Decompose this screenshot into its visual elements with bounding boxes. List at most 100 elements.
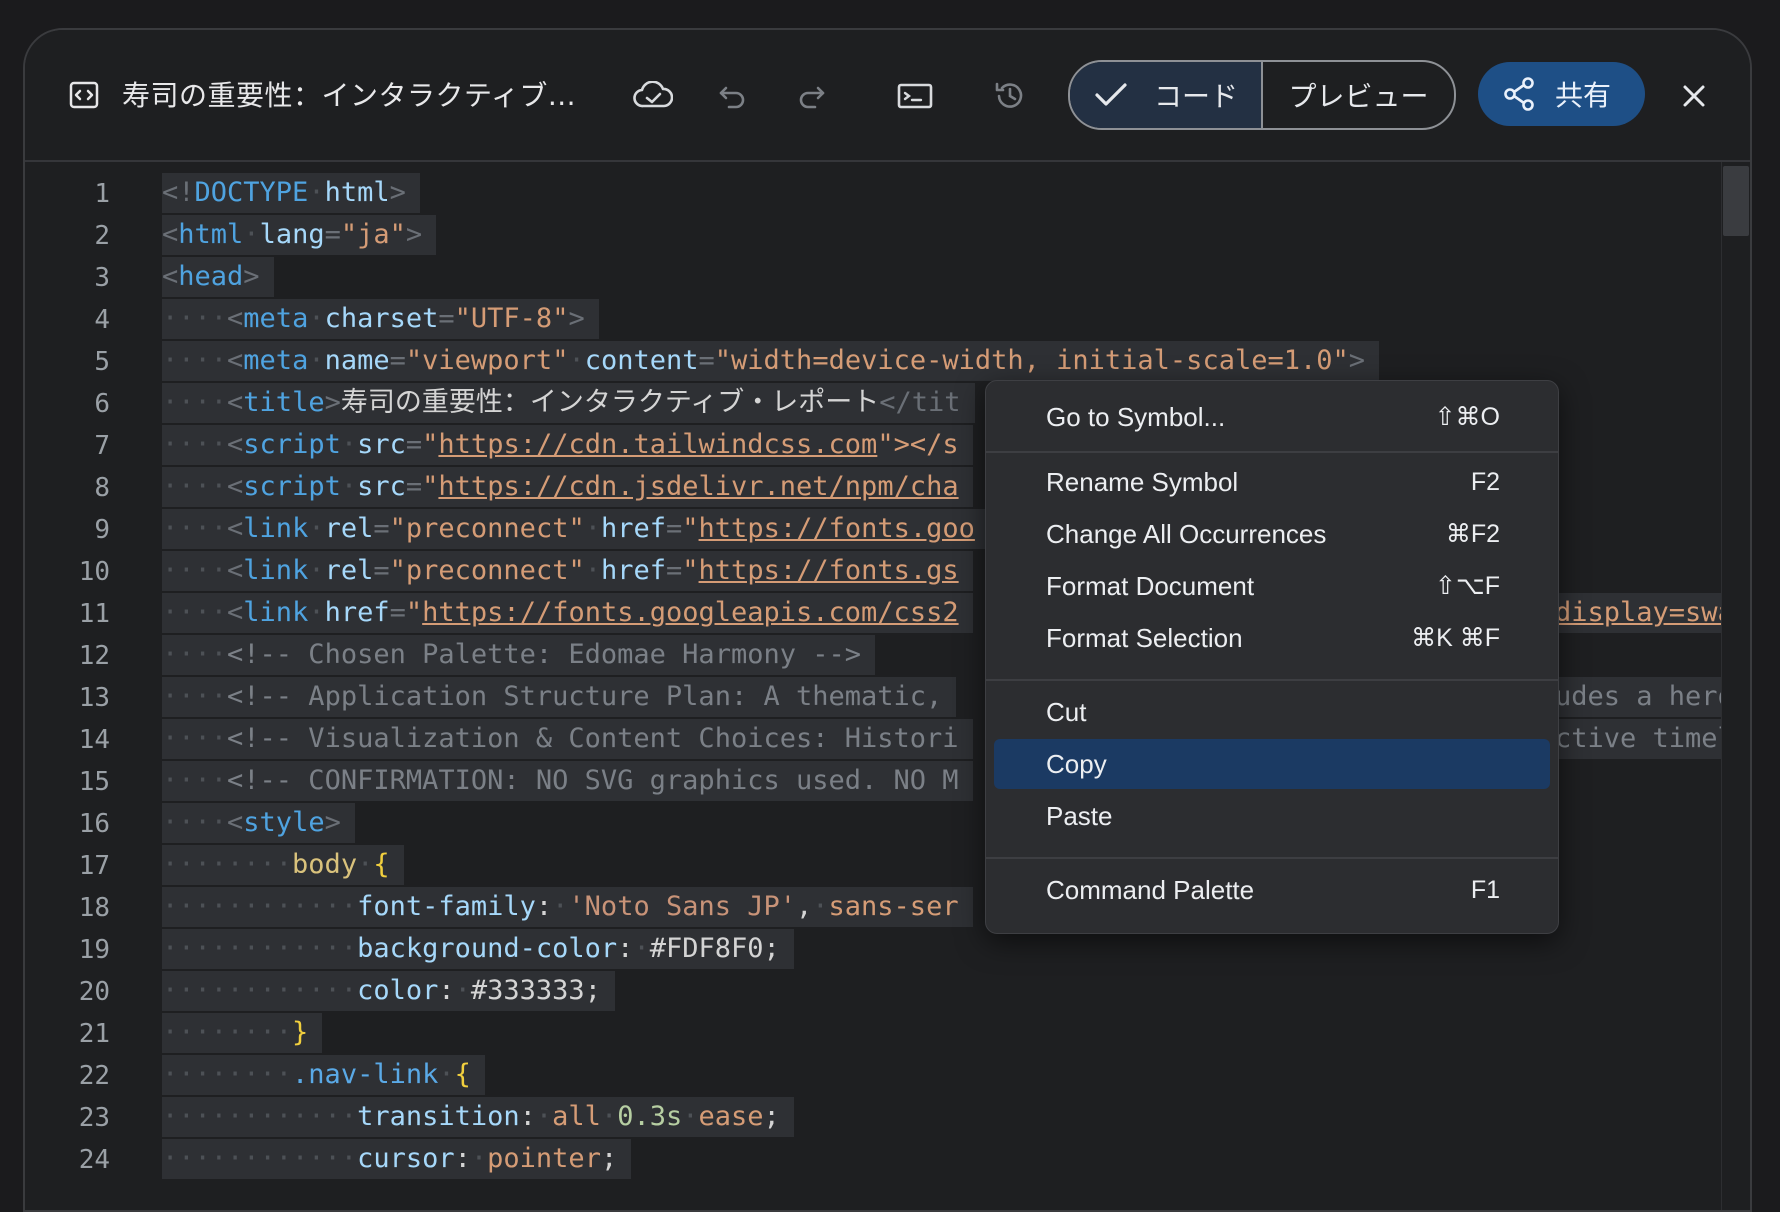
history-icon — [995, 82, 1023, 108]
code-text: ····<link·rel="preconnect"·href="https:/… — [162, 551, 973, 591]
scrollbar-thumb[interactable] — [1723, 166, 1749, 236]
menu-divider — [986, 451, 1558, 453]
menu-item-change-all-occurrences[interactable]: Change All Occurrences ⌘F2 — [994, 509, 1550, 559]
line-number: 1 — [94, 179, 110, 209]
line-number: 18 — [78, 893, 110, 923]
share-icon — [1504, 77, 1534, 111]
menu-item-format-document[interactable]: Format Document ⇧⌥F — [994, 561, 1550, 611]
check-icon — [1095, 83, 1127, 106]
code-text: ········} — [162, 1013, 323, 1053]
menu-item-rename-symbol[interactable]: Rename Symbol F2 — [994, 457, 1550, 507]
line-number: 14 — [78, 725, 110, 755]
menu-item-label: Format Selection — [1046, 622, 1243, 653]
menu-item-label: Command Palette — [1046, 874, 1255, 905]
cloud-sync-button[interactable] — [633, 78, 673, 114]
line-number: 3 — [94, 263, 110, 293]
menu-item-label: Format Document — [1046, 570, 1255, 601]
document-title: 寿司の重要性：インタラクティブ... — [122, 79, 577, 112]
line-number: 17 — [78, 851, 110, 881]
line-number: 20 — [78, 977, 110, 1007]
undo-icon — [719, 86, 745, 109]
line-number: 4 — [94, 305, 110, 335]
code-text: ····<!-- CONFIRMATION: NO SVG graphics u… — [162, 761, 973, 801]
menu-item-cut[interactable]: Cut — [994, 687, 1550, 737]
code-line: 1 <!DOCTYPE·html> — [25, 173, 1745, 215]
line-number: 7 — [94, 431, 110, 461]
code-text: <head> — [162, 257, 274, 297]
code-line: 5 ····<meta·name="viewport"·content="wid… — [25, 341, 1745, 383]
code-text: ····<link·rel="preconnect"·href="https:/… — [162, 509, 989, 549]
code-text: ············background-color:·#FDF8F0; — [162, 929, 794, 969]
line-number: 8 — [94, 473, 110, 503]
preview-mode-button[interactable]: プレビュー — [1263, 62, 1454, 128]
code-text: ············cursor:·pointer; — [162, 1139, 632, 1179]
code-line: 22 ········.nav-link·{ — [25, 1055, 1745, 1097]
code-line: 20 ············color:·#333333; — [25, 971, 1745, 1013]
terminal-button[interactable] — [895, 78, 935, 114]
menu-item-shortcut: ⌘F2 — [1445, 520, 1500, 548]
menu-item-label: Cut — [1046, 696, 1087, 727]
menu-divider — [986, 857, 1558, 859]
line-number: 13 — [78, 683, 110, 713]
code-text: ········.nav-link·{ — [162, 1055, 485, 1095]
close-icon — [1683, 85, 1705, 107]
code-text: ········body·{ — [162, 845, 404, 885]
code-file-icon — [69, 81, 99, 109]
code-text: ····<link·href="https://fonts.googleapis… — [162, 593, 973, 633]
line-number: 16 — [78, 809, 110, 839]
menu-item-label: Rename Symbol — [1046, 466, 1239, 497]
line-number: 22 — [78, 1061, 110, 1091]
share-button[interactable]: 共有 — [1478, 62, 1645, 126]
undo-button[interactable] — [713, 78, 753, 114]
menu-item-label: Paste — [1046, 800, 1113, 831]
menu-divider — [986, 679, 1558, 681]
vertical-scrollbar[interactable] — [1721, 162, 1750, 1210]
code-mode-button[interactable]: コード — [1070, 62, 1263, 128]
line-number: 15 — [78, 767, 110, 797]
code-line: 3 <head> — [25, 257, 1745, 299]
line-number: 10 — [78, 557, 110, 587]
menu-item-label: Go to Symbol... — [1046, 401, 1226, 432]
redo-button[interactable] — [791, 78, 831, 114]
menu-item-format-selection[interactable]: Format Selection ⌘K ⌘F — [994, 613, 1550, 663]
code-text: ····<style> — [162, 803, 355, 843]
code-line: 24 ············cursor:·pointer; — [25, 1139, 1745, 1181]
code-text: ····<script·src="https://cdn.tailwindcss… — [162, 425, 973, 465]
line-number: 6 — [94, 389, 110, 419]
menu-item-shortcut: F2 — [1470, 467, 1500, 496]
menu-item-command-palette[interactable]: Command Palette F1 — [994, 865, 1550, 915]
menu-item-shortcut: ⌘K ⌘F — [1411, 624, 1500, 652]
line-number: 5 — [94, 347, 110, 377]
code-text: <!DOCTYPE·html> — [162, 173, 420, 213]
menu-item-shortcut: ⇧⌥F — [1434, 572, 1500, 600]
code-text: ····<title>寿司の重要性：インタラクティブ・レポート</tit — [162, 383, 975, 423]
preview-mode-label: プレビュー — [1288, 80, 1429, 113]
code-line: 2 <html·lang="ja"> — [25, 215, 1745, 257]
close-button[interactable] — [1676, 78, 1712, 114]
code-text: ············color:·#333333; — [162, 971, 615, 1011]
redo-icon — [799, 86, 825, 109]
history-button[interactable] — [990, 78, 1030, 114]
code-text: ····<script·src="https://cdn.jsdelivr.ne… — [162, 467, 973, 507]
code-text-tail: udes a hero — [1555, 677, 1746, 717]
code-text: ····<!-- Application Structure Plan: A t… — [162, 677, 957, 717]
code-mode-label: コード — [1154, 80, 1239, 113]
menu-item-label: Copy — [1046, 748, 1107, 779]
share-label: 共有 — [1555, 79, 1612, 112]
menu-item-label: Change All Occurrences — [1046, 518, 1327, 549]
code-text: ····<meta·name="viewport"·content="width… — [162, 341, 1380, 381]
code-text: <html·lang="ja"> — [162, 215, 437, 255]
code-text: ····<!-- Visualization & Content Choices… — [162, 719, 973, 759]
line-number: 9 — [94, 515, 110, 545]
code-line: 4 ····<meta·charset="UTF-8"> — [25, 299, 1745, 341]
code-line: 23 ············transition:·all·0.3s·ease… — [25, 1097, 1745, 1139]
menu-item-go-to-symbol[interactable]: Go to Symbol... ⇧⌘O — [994, 392, 1550, 442]
line-number: 23 — [78, 1103, 110, 1133]
code-text: ············font-family:·'Noto Sans JP',… — [162, 887, 973, 927]
line-number: 24 — [78, 1145, 110, 1175]
menu-item-paste[interactable]: Paste — [994, 791, 1550, 841]
menu-item-shortcut: F1 — [1470, 875, 1500, 904]
code-text: ····<meta·charset="UTF-8"> — [162, 299, 599, 339]
menu-item-copy[interactable]: Copy — [994, 739, 1550, 789]
cloud-sync-icon — [633, 81, 673, 108]
